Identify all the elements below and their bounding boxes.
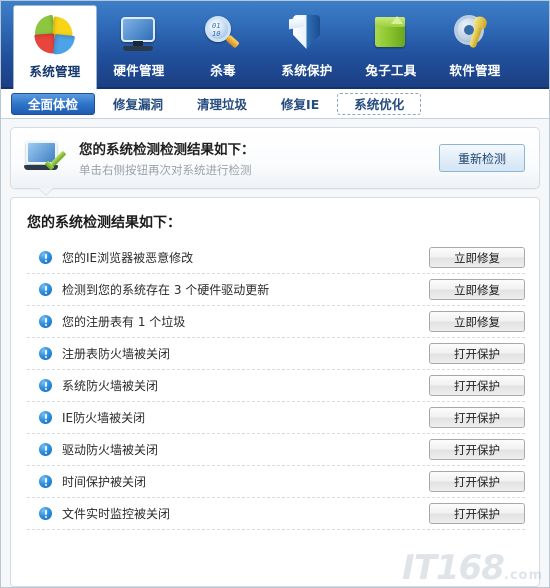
rescan-button[interactable]: 重新检测 — [439, 144, 525, 172]
green-box-icon — [369, 13, 413, 57]
result-row-text: 检测到您的系统存在 3 个硬件驱动更新 — [62, 283, 270, 297]
result-row: 系统防火墙被关闭 打开保护 — [27, 370, 525, 402]
toolbar-item-label: 硬件管理 — [113, 63, 165, 78]
scan-result-banner: 您的系统检测检测结果如下： 单击右侧按钮再次对系统进行检测 重新检测 — [10, 127, 540, 189]
result-row: IE防火墙被关闭 打开保护 — [27, 402, 525, 434]
result-row: 文件实时监控被关闭 打开保护 — [27, 498, 525, 530]
tab-fix-vulnerabilities[interactable]: 修复漏洞 — [97, 93, 179, 115]
info-exclamation-icon — [39, 411, 52, 424]
toolbar-item-label: 软件管理 — [449, 63, 501, 78]
toolbar-item-label: 杀毒 — [210, 63, 236, 78]
toolbar-item-software-management[interactable]: 软件管理 — [433, 5, 517, 85]
toolbar-item-label: 系统管理 — [29, 64, 81, 79]
tab-bar: 全面体检 修复漏洞 清理垃圾 修复IE 系统优化 — [1, 89, 549, 119]
result-row-text: 注册表防火墙被关闭 — [62, 347, 171, 361]
monitor-check-icon — [23, 138, 69, 178]
fix-now-button[interactable]: 立即修复 — [429, 311, 525, 332]
toolbar-item-rabbit-tools[interactable]: 兔子工具 — [349, 5, 433, 85]
toolbar-item-hardware-management[interactable]: 硬件管理 — [97, 5, 181, 85]
info-exclamation-icon — [39, 507, 52, 520]
info-exclamation-icon — [39, 443, 52, 456]
toolbar-item-antivirus[interactable]: 杀毒 — [181, 5, 265, 85]
result-row: 驱动防火墙被关闭 打开保护 — [27, 434, 525, 466]
result-row: 您的注册表有 1 个垃圾 立即修复 — [27, 306, 525, 338]
enable-protection-button[interactable]: 打开保护 — [429, 407, 525, 428]
enable-protection-button[interactable]: 打开保护 — [429, 375, 525, 396]
tab-system-optimize[interactable]: 系统优化 — [337, 92, 422, 115]
shield-icon — [285, 13, 329, 57]
toolbar-item-label: 系统保护 — [281, 63, 333, 78]
info-exclamation-icon — [39, 251, 52, 264]
main-toolbar: 系统管理 硬件管理 杀毒 系统保护 兔子工具 — [1, 1, 549, 89]
magnifier-icon — [201, 13, 245, 57]
banner-text-block: 您的系统检测检测结果如下： 单击右侧按钮再次对系统进行检测 — [79, 138, 439, 178]
info-exclamation-icon — [39, 475, 52, 488]
result-row: 时间保护被关闭 打开保护 — [27, 466, 525, 498]
banner-subtitle: 单击右侧按钮再次对系统进行检测 — [79, 163, 252, 177]
results-list: 您的IE浏览器被恶意修改 立即修复 检测到您的系统存在 3 个硬件驱动更新 立即… — [27, 242, 525, 530]
tab-repair-ie[interactable]: 修复IE — [265, 93, 335, 115]
results-title: 您的系统检测结果如下： — [27, 215, 181, 231]
enable-protection-button[interactable]: 打开保护 — [429, 439, 525, 460]
toolbar-item-system-protection[interactable]: 系统保护 — [265, 5, 349, 85]
result-row-text: 您的注册表有 1 个垃圾 — [62, 315, 186, 329]
app-window: 系统管理 硬件管理 杀毒 系统保护 兔子工具 — [0, 0, 550, 588]
enable-protection-button[interactable]: 打开保护 — [429, 471, 525, 492]
toolbar-item-system-management[interactable]: 系统管理 — [13, 5, 97, 89]
pie-chart-icon — [32, 14, 77, 58]
tab-clean-junk[interactable]: 清理垃圾 — [181, 93, 263, 115]
info-exclamation-icon — [39, 315, 52, 328]
result-row: 注册表防火墙被关闭 打开保护 — [27, 338, 525, 370]
result-row-text: 文件实时监控被关闭 — [62, 507, 171, 521]
gear-wrench-icon — [453, 13, 497, 57]
enable-protection-button[interactable]: 打开保护 — [429, 343, 525, 364]
result-row-text: IE防火墙被关闭 — [62, 411, 146, 425]
results-panel: 您的系统检测结果如下： 您的IE浏览器被恶意修改 立即修复 检测到您的系统存在 … — [10, 197, 540, 587]
enable-protection-button[interactable]: 打开保护 — [429, 503, 525, 524]
result-row-text: 您的IE浏览器被恶意修改 — [62, 251, 194, 265]
banner-title: 您的系统检测检测结果如下： — [79, 142, 255, 158]
tab-full-checkup[interactable]: 全面体检 — [11, 92, 96, 115]
fix-now-button[interactable]: 立即修复 — [429, 279, 525, 300]
result-row-text: 时间保护被关闭 — [62, 475, 147, 489]
monitor-icon — [117, 13, 161, 57]
result-row: 检测到您的系统存在 3 个硬件驱动更新 立即修复 — [27, 274, 525, 306]
info-exclamation-icon — [39, 347, 52, 360]
fix-now-button[interactable]: 立即修复 — [429, 247, 525, 268]
result-row-text: 系统防火墙被关闭 — [62, 379, 159, 393]
result-row-text: 驱动防火墙被关闭 — [62, 443, 159, 457]
content-area: 您的系统检测检测结果如下： 单击右侧按钮再次对系统进行检测 重新检测 您的系统检… — [1, 119, 549, 587]
result-row: 您的IE浏览器被恶意修改 立即修复 — [27, 242, 525, 274]
info-exclamation-icon — [39, 379, 52, 392]
info-exclamation-icon — [39, 283, 52, 296]
toolbar-item-label: 兔子工具 — [365, 63, 417, 78]
